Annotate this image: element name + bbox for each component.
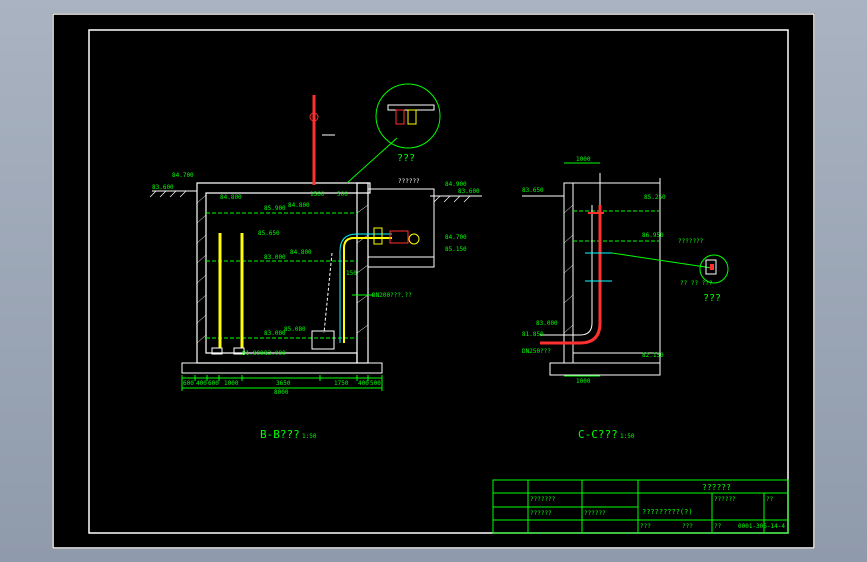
flange-1 xyxy=(373,227,383,245)
title-cell: ??? xyxy=(682,523,693,530)
label-c: ?? ?? ??? xyxy=(680,280,713,287)
dim-text: 600 xyxy=(208,380,219,387)
wall-hatch-c xyxy=(563,204,574,334)
base-slab xyxy=(181,362,383,374)
check-valve-icon xyxy=(389,230,409,244)
elev-label: 85.900 xyxy=(264,205,286,212)
elev-label: 81.800 xyxy=(242,350,264,357)
elev-label: 83.600 xyxy=(458,188,480,195)
detail-leader-c xyxy=(611,252,713,269)
section-b-scale: 1:50 xyxy=(302,433,317,440)
detail-slab-1 xyxy=(387,104,435,111)
dim-text: 400 xyxy=(196,380,207,387)
small-label: 150 xyxy=(346,270,357,277)
base-slab-c xyxy=(549,362,661,376)
elev-label: 85.150 xyxy=(445,246,467,253)
detail-label-1: ??? xyxy=(397,153,415,164)
label-c: ??????? xyxy=(678,238,704,245)
dim-text-c: 1000 xyxy=(576,378,591,385)
small-label: 500 xyxy=(337,191,348,198)
detail-bubble-2 xyxy=(699,254,729,284)
dim-text: 500 xyxy=(370,380,381,387)
detail-label-2: ??? xyxy=(703,293,721,304)
elev-label: 84.700 xyxy=(445,234,467,241)
title-cell: ??? xyxy=(640,523,651,530)
elev-label: 85.080 xyxy=(284,326,306,333)
wall-c-left xyxy=(563,182,574,364)
elev-label: 84.800 xyxy=(290,249,312,256)
small-label: DN200???.?? xyxy=(372,292,412,299)
dim-text: 3650 xyxy=(276,380,291,387)
detail-part-2 xyxy=(407,109,417,125)
elev-label: 85.650 xyxy=(258,230,280,237)
small-label: 1500 xyxy=(310,191,325,198)
detail-bubble-1 xyxy=(375,83,441,149)
title-drawing-no: 0001-306-14-4 xyxy=(738,523,785,530)
title-cell: ?? xyxy=(714,523,722,530)
section-c-scale: 1:50 xyxy=(620,433,635,440)
detail-leader xyxy=(346,137,398,184)
elev-label: 83.000 xyxy=(264,330,286,337)
title-cell: ?????? xyxy=(584,510,606,517)
elev-label-c: 86.950 xyxy=(642,232,664,239)
elev-label: 83.000 xyxy=(264,254,286,261)
dim-text: 1750 xyxy=(334,380,349,387)
title-drawing-name: ?????????(?) xyxy=(642,508,693,516)
elev-label: 84.900 xyxy=(445,181,467,188)
section-b-b xyxy=(149,95,482,391)
dim-text-c: 1000 xyxy=(576,156,591,163)
elev-label-c: 85.250 xyxy=(644,194,666,201)
dim-text: 600 xyxy=(183,380,194,387)
section-c-c xyxy=(522,162,713,377)
elev-label: 83.600 xyxy=(152,184,174,191)
elev-label: 83.000 xyxy=(264,350,286,357)
detail-part-4 xyxy=(710,264,714,270)
pump-icon xyxy=(311,330,335,350)
section-b-title: B-B??? xyxy=(260,428,300,441)
title-cell: ??????? xyxy=(530,496,556,503)
small-label: ?????? xyxy=(398,178,420,185)
elev-label-c: 82.150 xyxy=(642,352,664,359)
section-c-title: C-C??? xyxy=(578,428,618,441)
dim-text-total: 8000 xyxy=(274,389,289,396)
elev-label: 84.700 xyxy=(172,172,194,179)
dim-text: 1000 xyxy=(224,380,239,387)
title-cell: ?????? xyxy=(714,496,736,503)
elev-label-c: 83.000 xyxy=(536,320,558,327)
elev-label-c: 83.650 xyxy=(522,187,544,194)
drawing-viewport[interactable]: 84.700 83.600 84.800 85.900 84.800 85.65… xyxy=(52,13,815,549)
title-cell: ?????? xyxy=(530,510,552,517)
detail-part-1 xyxy=(395,109,405,125)
elev-label: 84.800 xyxy=(220,194,242,201)
elev-label-c: 81.850 xyxy=(522,331,544,338)
tank-wall-right xyxy=(356,182,369,364)
wall-hatch xyxy=(196,194,369,344)
gate-valve-icon xyxy=(408,233,420,245)
title-company: ?????? xyxy=(702,483,731,492)
title-cell: ?? xyxy=(766,496,774,503)
guide-rail xyxy=(323,252,333,334)
cad-drawing: 84.700 83.600 84.800 85.900 84.800 85.65… xyxy=(52,13,815,549)
dim-text: 400 xyxy=(358,380,369,387)
elev-label-c: DN250??? xyxy=(522,348,551,355)
pipe-c-outline xyxy=(540,205,593,336)
elev-label: 84.800 xyxy=(288,202,310,209)
